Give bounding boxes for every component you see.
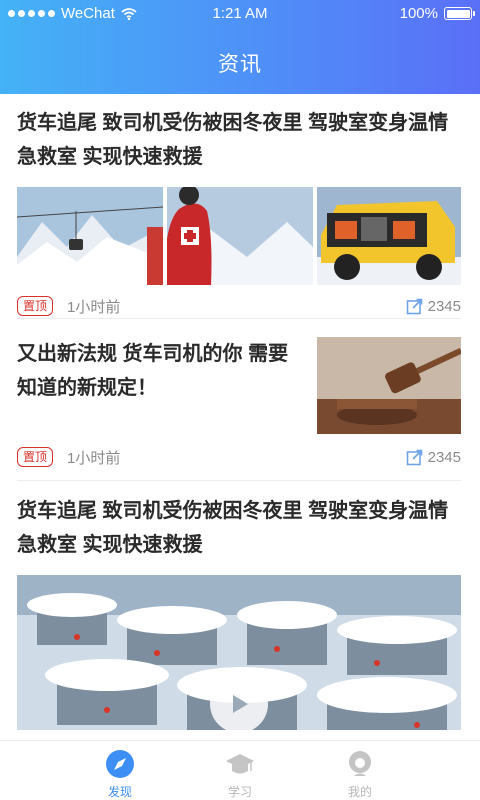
pinned-badge: 置顶	[17, 447, 54, 467]
news-meta: 置顶 1小时前 2345	[17, 294, 461, 318]
share-button[interactable]: 2345	[406, 449, 461, 466]
status-bar: WeChat 1:21 AM 100%	[0, 0, 480, 28]
play-icon	[233, 695, 248, 713]
news-title[interactable]: 货车追尾 致司机受伤被困冬夜里 驾驶室变身温情急救室 实现快速救援	[17, 494, 461, 562]
tab-learn[interactable]: 学习	[180, 741, 300, 800]
battery-icon	[444, 7, 475, 20]
app-header: WeChat 1:21 AM 100% 资讯	[0, 0, 480, 94]
play-button[interactable]	[210, 675, 268, 733]
card-divider	[17, 480, 461, 481]
publish-time: 1小时前	[67, 298, 121, 316]
share-count: 2345	[427, 448, 461, 466]
news-meta: 置顶 1小时前 2345	[17, 445, 461, 469]
ski-lift-image	[17, 187, 163, 285]
share-icon	[406, 449, 422, 465]
tab-discover[interactable]: 发现	[60, 741, 180, 800]
share-icon	[406, 298, 422, 314]
tab-label: 发现	[107, 785, 132, 799]
news-title[interactable]: 货车追尾 致司机受伤被困冬夜里 驾驶室变身温情急救室 实现快速救援	[17, 106, 461, 174]
news-feed[interactable]: 货车追尾 致司机受伤被困冬夜里 驾驶室变身温情急救室 实现快速救援 置顶 1小时…	[0, 94, 480, 740]
news-image-triptych[interactable]	[17, 187, 461, 285]
battery-percent: 100%	[399, 5, 438, 22]
share-button[interactable]: 2345	[406, 298, 461, 315]
rescue-vehicle-image	[317, 187, 461, 285]
tab-label: 学习	[227, 785, 252, 799]
news-card-1[interactable]: 货车追尾 致司机受伤被困冬夜里 驾驶室变身温情急救室 实现快速救援 置顶 1小时…	[17, 106, 461, 318]
user-icon	[349, 751, 371, 776]
gavel-image	[317, 337, 461, 434]
news-image-gavel[interactable]	[317, 337, 461, 434]
news-card-3[interactable]: 货车追尾 致司机受伤被困冬夜里 驾驶室变身温情急救室 实现快速救援	[17, 494, 461, 740]
status-right: 100%	[399, 5, 475, 22]
bottom-tab-bar: 发现 学习 我的	[0, 740, 480, 800]
card-divider	[17, 318, 461, 319]
share-count: 2345	[427, 297, 461, 315]
tab-profile[interactable]: 我的	[300, 741, 420, 800]
tab-label: 我的	[347, 785, 372, 799]
publish-time: 1小时前	[67, 449, 121, 467]
pinned-badge: 置顶	[17, 296, 54, 316]
page-title: 资讯	[218, 53, 262, 76]
news-video-snow-village[interactable]	[17, 575, 461, 740]
news-card-2[interactable]: 又出新法规 货车司机的你 需要知道的新规定！ 置顶 1小时前 2345	[17, 337, 461, 469]
graduation-cap-icon	[226, 754, 254, 774]
news-title[interactable]: 又出新法规 货车司机的你 需要知道的新规定！	[17, 337, 307, 405]
compass-icon	[106, 750, 134, 778]
rescue-worker-image	[167, 187, 313, 285]
